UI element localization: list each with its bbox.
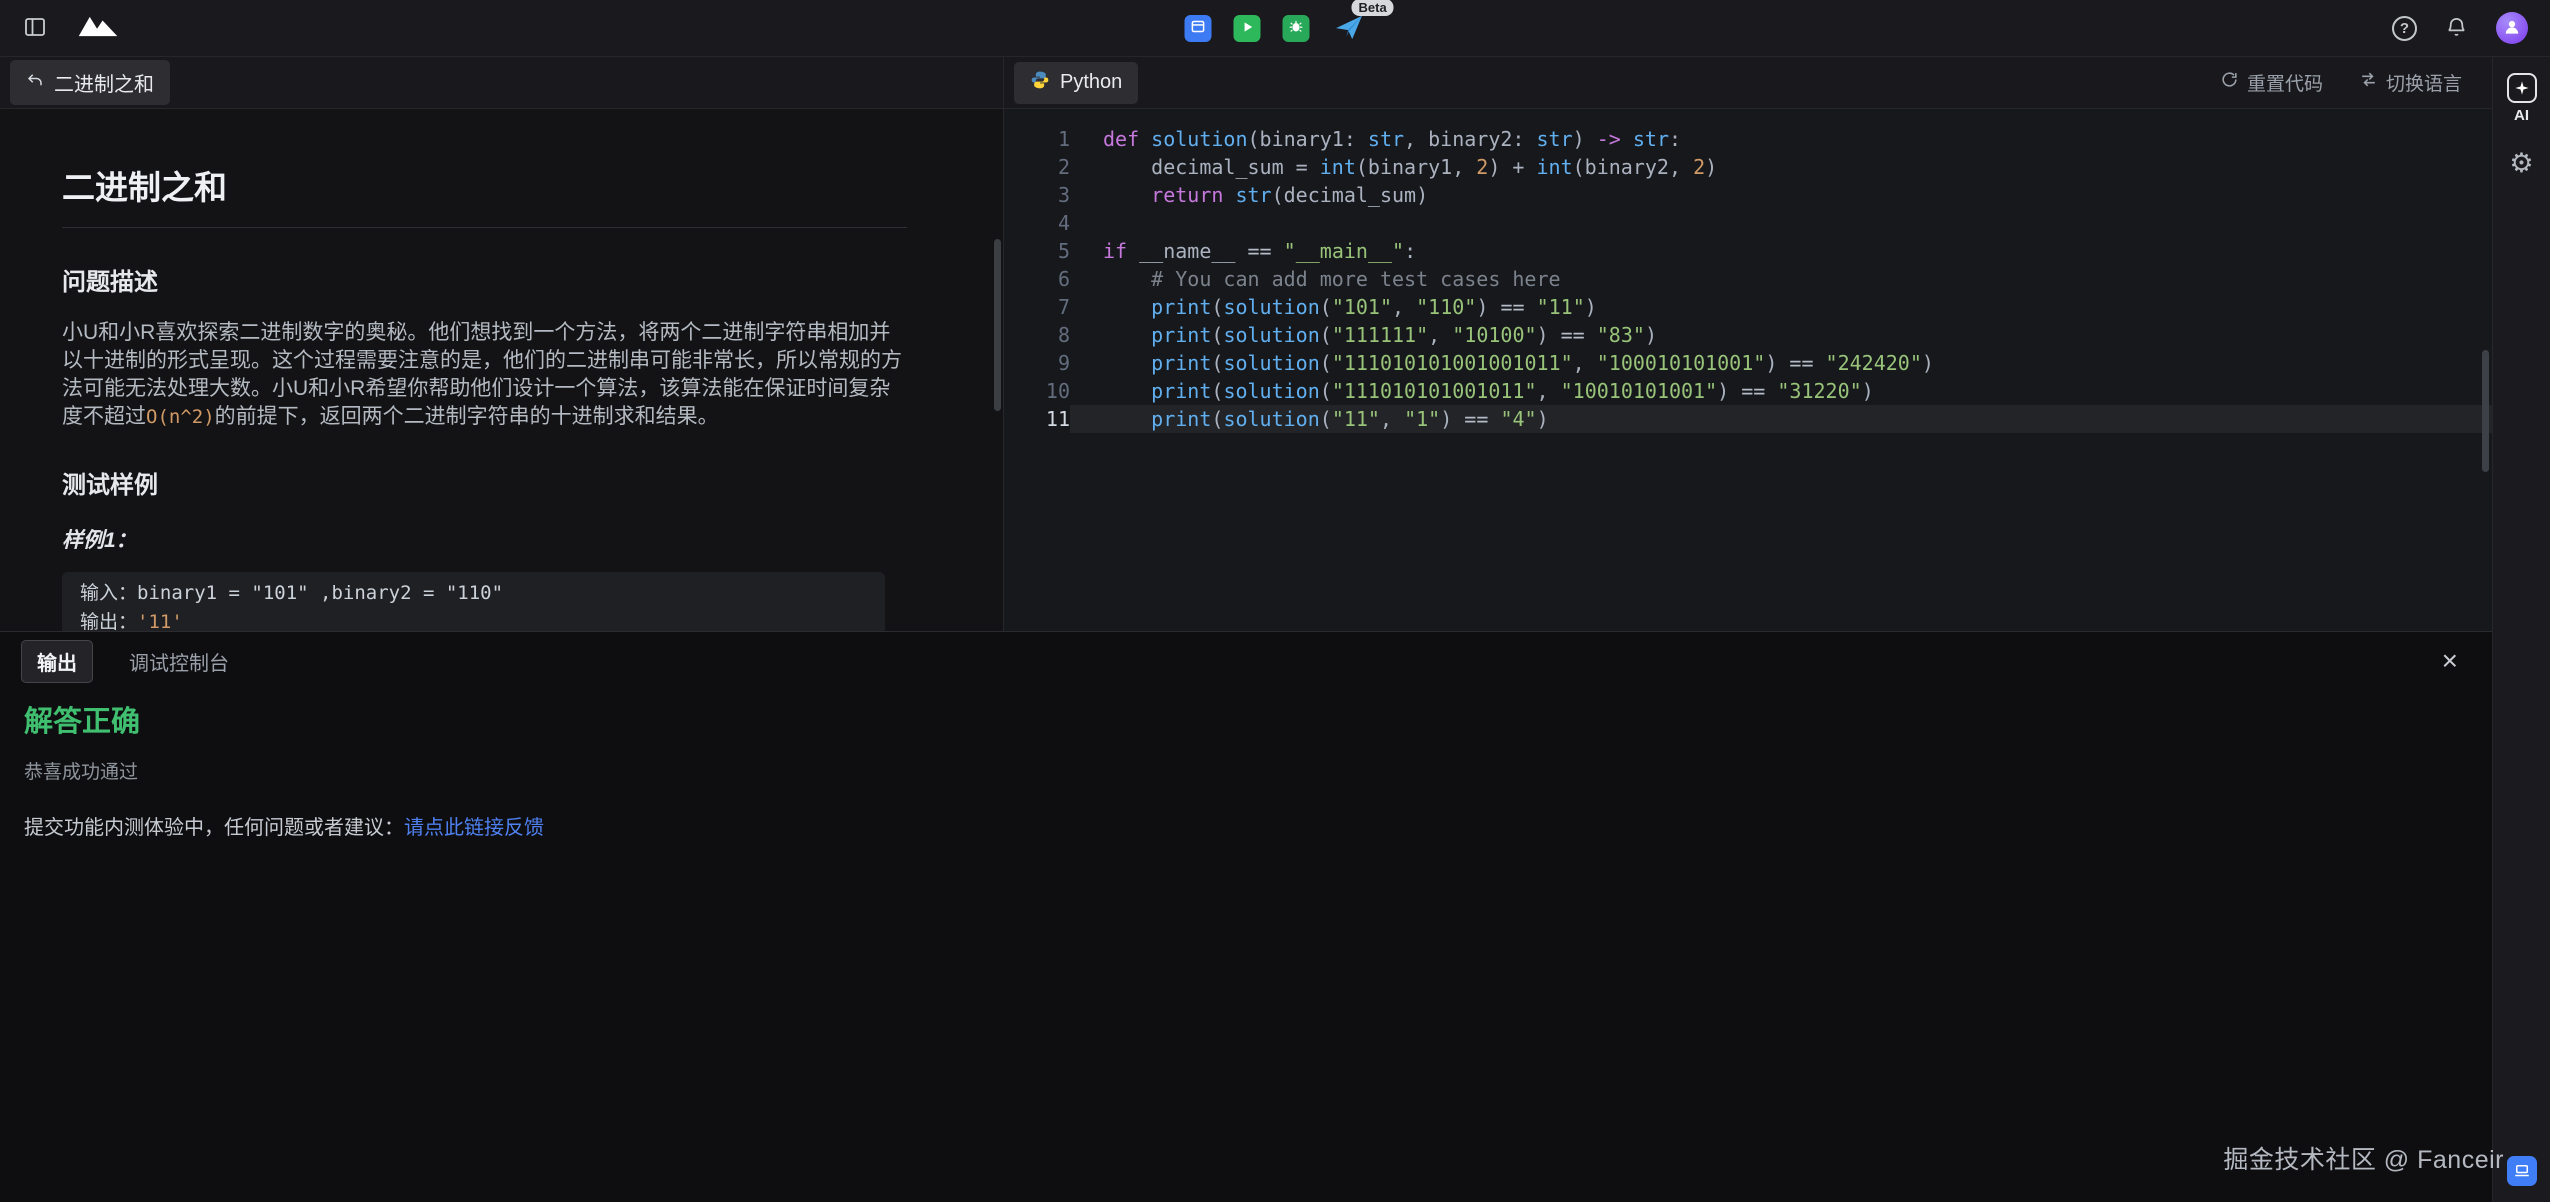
mountain-logo-icon [76,12,120,45]
tab-problem-label: 二进制之和 [54,68,154,97]
sparkle-icon [2507,73,2537,103]
python-icon [1030,70,1050,96]
line-number: 8 [1004,321,1070,349]
tab-python[interactable]: Python [1014,62,1138,104]
problem-title: 二进制之和 [62,161,941,209]
ai-label: AI [2514,107,2529,124]
ai-assistant-button[interactable]: AI [2507,73,2537,124]
notifications-button[interactable] [2445,15,2468,41]
code-text: print(solution("101", "110") == "11") [1070,293,2492,321]
example1-input-line: 输入：binary1 = "101" ,binary2 = "110" [80,579,867,608]
editor-panel: Python 重置代码 切换语言 1def solution(binary1: … [1004,57,2492,631]
feedback-text: 提交功能内测体验中，任何问题或者建议： [24,817,404,839]
code-text: print(solution("111010101001011", "10010… [1070,377,2492,405]
code-line[interactable]: 4 [1004,209,2492,237]
code-lines: 1def solution(binary1: str, binary2: str… [1004,125,2492,433]
line-number: 9 [1004,349,1070,377]
watermark-laptop-icon [2507,1156,2537,1186]
example1-label: 样例1： [62,524,941,554]
tab-debug-console[interactable]: 调试控制台 [129,647,229,676]
help-icon: ? [2392,16,2417,41]
person-icon [2502,17,2522,40]
right-rail: AI ⚙ [2492,57,2550,1202]
line-number: 2 [1004,153,1070,181]
line-number: 11 [1004,405,1070,433]
output-tabbar: 输出 调试控制台 × [0,632,2492,690]
line-number: 3 [1004,181,1070,209]
panel-layout-icon [22,15,48,42]
paper-plane-icon [1333,12,1364,46]
code-line[interactable]: 10 print(solution("111010101001011", "10… [1004,377,2492,405]
feedback-line: 提交功能内测体验中，任何问题或者建议：请点此链接反馈 [24,811,2468,840]
window-icon [1191,19,1206,37]
code-line[interactable]: 9 print(solution("111010101001001011", "… [1004,349,2492,377]
switch-language-button[interactable]: 切换语言 [2359,69,2462,96]
line-number: 1 [1004,125,1070,153]
topbar: Beta ? [0,0,2550,57]
code-line[interactable]: 6 # You can add more test cases here [1004,265,2492,293]
code-text: # You can add more test cases here [1070,265,2492,293]
editor-tabbar: Python 重置代码 切换语言 [1004,57,2492,109]
code-text: print(solution("11", "1") == "4") [1070,405,2492,433]
code-editor[interactable]: 1def solution(binary1: str, binary2: str… [1004,109,2492,631]
problem-description-heading: 问题描述 [62,262,941,297]
debug-run-button[interactable] [1283,15,1310,42]
code-line[interactable]: 1def solution(binary1: str, binary2: str… [1004,125,2492,153]
editor-scrollbar[interactable] [2482,350,2489,472]
back-arrow-icon [26,71,44,95]
examples-heading: 测试样例 [62,465,941,500]
tab-output[interactable]: 输出 [21,640,93,683]
sidebar-toggle-button[interactable] [22,15,48,42]
submit-button[interactable] [1333,12,1364,46]
code-line[interactable]: 5if __name__ == "__main__": [1004,237,2492,265]
user-avatar[interactable] [2496,12,2528,44]
output-panel: 输出 调试控制台 × 解答正确 恭喜成功通过 提交功能内测体验中，任何问题或者建… [0,631,2492,1202]
editor-mode-button[interactable] [1185,15,1212,42]
code-text: if __name__ == "__main__": [1070,237,2492,265]
tab-problem[interactable]: 二进制之和 [10,60,170,105]
code-text [1070,209,2492,237]
problem-panel: 二进制之和 二进制之和 问题描述 小U和小R喜欢探索二进制数字的奥秘。他们想找到… [0,57,1004,631]
code-line[interactable]: 8 print(solution("111111", "10100") == "… [1004,321,2492,349]
code-text: decimal_sum = int(binary1, 2) + int(bina… [1070,153,2492,181]
reset-code-button[interactable]: 重置代码 [2220,69,2323,96]
bug-icon [1288,18,1305,38]
line-number: 6 [1004,265,1070,293]
beta-badge: Beta [1352,0,1394,16]
code-line[interactable]: 7 print(solution("101", "110") == "11") [1004,293,2492,321]
watermark-text: 掘金技术社区 @ Fanceir [2223,1140,2504,1176]
close-icon[interactable]: × [2442,647,2458,675]
divider [62,227,907,228]
code-line[interactable]: 3 return str(decimal_sum) [1004,181,2492,209]
reset-code-label: 重置代码 [2247,69,2323,96]
code-text: print(solution("111111", "10100") == "83… [1070,321,2492,349]
line-number: 4 [1004,209,1070,237]
code-line[interactable]: 2 decimal_sum = int(binary1, 2) + int(bi… [1004,153,2492,181]
problem-scrollbar[interactable] [994,239,1001,411]
switch-language-label: 切换语言 [2386,69,2462,96]
code-text: def solution(binary1: str, binary2: str)… [1070,125,2492,153]
settings-icon[interactable]: ⚙ [2509,150,2533,177]
tab-python-label: Python [1060,71,1122,94]
play-icon [1240,20,1254,37]
run-button[interactable] [1234,15,1261,42]
code-line[interactable]: 11 print(solution("11", "1") == "4") [1004,405,2492,433]
help-button[interactable]: ? [2392,16,2417,41]
problem-content: 二进制之和 问题描述 小U和小R喜欢探索二进制数字的奥秘。他们想找到一个方法，将… [0,109,1003,644]
line-number: 10 [1004,377,1070,405]
bell-icon [2445,15,2468,41]
result-subtitle: 恭喜成功通过 [24,757,2468,784]
line-number: 7 [1004,293,1070,321]
app-logo[interactable] [76,12,120,45]
refresh-icon [2220,70,2239,95]
result-status: 解答正确 [24,698,2468,740]
code-text: print(solution("111010101001001011", "10… [1070,349,2492,377]
line-number: 5 [1004,237,1070,265]
complexity-code: O(n^2) [146,406,215,428]
code-text: return str(decimal_sum) [1070,181,2492,209]
problem-description-text: 小U和小R喜欢探索二进制数字的奥秘。他们想找到一个方法，将两个二进制字符串相加并… [62,319,907,431]
problem-tabbar: 二进制之和 [0,57,1003,109]
feedback-link[interactable]: 请点此链接反馈 [404,817,544,839]
switch-arrows-icon [2359,70,2378,95]
